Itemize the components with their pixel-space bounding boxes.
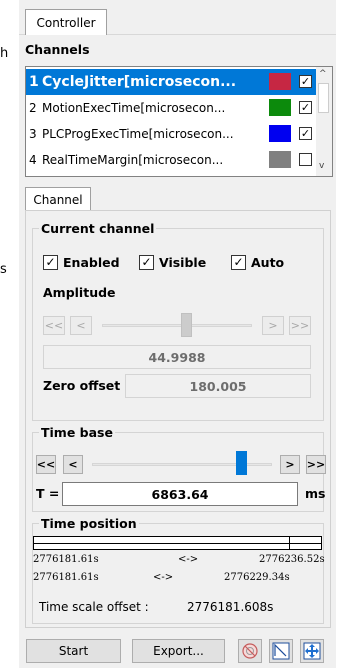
time-range-end: 2776236.52s — [259, 554, 325, 565]
channel-color-swatch[interactable] — [269, 73, 291, 90]
time-base-value-field[interactable]: 6863.64 — [62, 482, 298, 506]
amplitude-prev-button[interactable]: < — [70, 316, 92, 335]
edge-text-fragment: h — [0, 46, 9, 61]
current-channel-title: Current channel — [41, 221, 155, 236]
amplitude-label: Amplitude — [43, 285, 116, 300]
t-label: T = — [36, 486, 60, 501]
channel-color-swatch[interactable] — [269, 99, 291, 116]
check-icon: ✓ — [43, 255, 58, 270]
record-icon — [242, 643, 258, 659]
time-position-marker — [289, 537, 290, 549]
tab-controller[interactable]: Controller — [25, 9, 107, 35]
time-position-bar[interactable] — [33, 536, 322, 550]
amplitude-first-button[interactable]: << — [43, 316, 65, 335]
scroll-thumb[interactable] — [318, 83, 329, 113]
channel-visible-checkbox[interactable]: ✓ — [299, 101, 312, 114]
amplitude-next-button[interactable]: > — [262, 316, 284, 335]
enabled-checkbox[interactable]: ✓ Enabled — [43, 255, 120, 270]
auto-label: Auto — [251, 255, 285, 270]
channel-number: 3 — [29, 127, 37, 141]
time-scale-offset-value: 2776181.608s — [187, 600, 274, 614]
move-icon — [303, 642, 321, 660]
amplitude-slider-track[interactable] — [102, 324, 252, 327]
channel-tab-page: Current channel ✓ Enabled ✓ Visible ✓ Au… — [25, 210, 331, 628]
scroll-down-icon[interactable]: v — [319, 161, 324, 171]
amplitude-slider-thumb[interactable] — [181, 313, 192, 337]
autoscale-icon — [272, 642, 290, 660]
channel-number: 2 — [29, 101, 37, 115]
channel-name: CycleJitter[microsecon... — [42, 74, 237, 90]
time-base-next-button[interactable]: > — [280, 455, 300, 474]
autoscale-button[interactable] — [269, 639, 293, 663]
channel-list-scrollbar[interactable]: ^ v — [316, 67, 332, 176]
channel-row[interactable]: 2 MotionExecTime[microsecon... ✓ — [26, 95, 318, 121]
enabled-label: Enabled — [63, 255, 120, 270]
amplitude-value-field[interactable]: 44.9988 — [43, 345, 311, 369]
channel-row[interactable]: 4 RealTimeMargin[microsecon... — [26, 147, 318, 173]
channel-number: 1 — [29, 74, 39, 90]
channel-color-swatch[interactable] — [269, 151, 291, 168]
zero-offset-label: Zero offset — [43, 378, 121, 393]
record-button[interactable] — [238, 639, 262, 663]
visible-checkbox[interactable]: ✓ Visible — [139, 255, 206, 270]
time-base-prev-button[interactable]: < — [63, 455, 83, 474]
amplitude-last-button[interactable]: >> — [289, 316, 311, 335]
time-position-title: Time position — [41, 516, 137, 531]
channels-title: Channels — [25, 42, 90, 57]
channel-row[interactable]: 3 PLCProgExecTime[microsecon... ✓ — [26, 121, 318, 147]
time-scale-offset-label: Time scale offset : — [39, 600, 149, 614]
scope-control-panel: Controller Channels 1 CycleJitter[micros… — [19, 0, 336, 668]
zero-offset-field[interactable]: 180.005 — [125, 374, 311, 398]
visible-range-end: 2776229.34s — [224, 572, 290, 583]
channel-visible-checkbox[interactable] — [299, 153, 312, 166]
auto-checkbox[interactable]: ✓ Auto — [231, 255, 284, 270]
start-button[interactable]: Start — [26, 639, 121, 663]
time-base-last-button[interactable]: >> — [306, 455, 326, 474]
check-icon: ✓ — [231, 255, 246, 270]
channel-color-swatch[interactable] — [269, 125, 291, 142]
check-icon: ✓ — [139, 255, 154, 270]
time-position-line — [34, 543, 321, 544]
time-base-slider-thumb[interactable] — [236, 451, 247, 475]
channel-list[interactable]: 1 CycleJitter[microsecon... ✓ 2 MotionEx… — [25, 66, 333, 177]
visible-range-start: 2776181.61s — [33, 572, 99, 583]
time-base-first-button[interactable]: << — [36, 455, 56, 474]
channel-number: 4 — [29, 153, 37, 167]
channel-name: MotionExecTime[microsecon... — [42, 101, 226, 115]
time-base-title: Time base — [41, 425, 113, 440]
channel-row[interactable]: 1 CycleJitter[microsecon... ✓ — [26, 69, 318, 95]
export-button[interactable]: Export... — [132, 639, 225, 663]
visible-range-separator: <-> — [153, 572, 174, 583]
move-button[interactable] — [300, 639, 324, 663]
edge-text-fragment: s — [0, 262, 7, 277]
time-range-start: 2776181.61s — [33, 554, 99, 565]
channel-visible-checkbox[interactable]: ✓ — [299, 75, 312, 88]
channel-name: PLCProgExecTime[microsecon... — [42, 127, 234, 141]
channel-visible-checkbox[interactable]: ✓ — [299, 127, 312, 140]
time-range-separator: <-> — [178, 554, 199, 565]
tab-channel[interactable]: Channel — [25, 187, 91, 211]
visible-label: Visible — [159, 255, 207, 270]
time-base-unit: ms — [305, 486, 326, 501]
scroll-up-icon[interactable]: ^ — [319, 69, 327, 79]
channel-name: RealTimeMargin[microsecon... — [42, 153, 224, 167]
